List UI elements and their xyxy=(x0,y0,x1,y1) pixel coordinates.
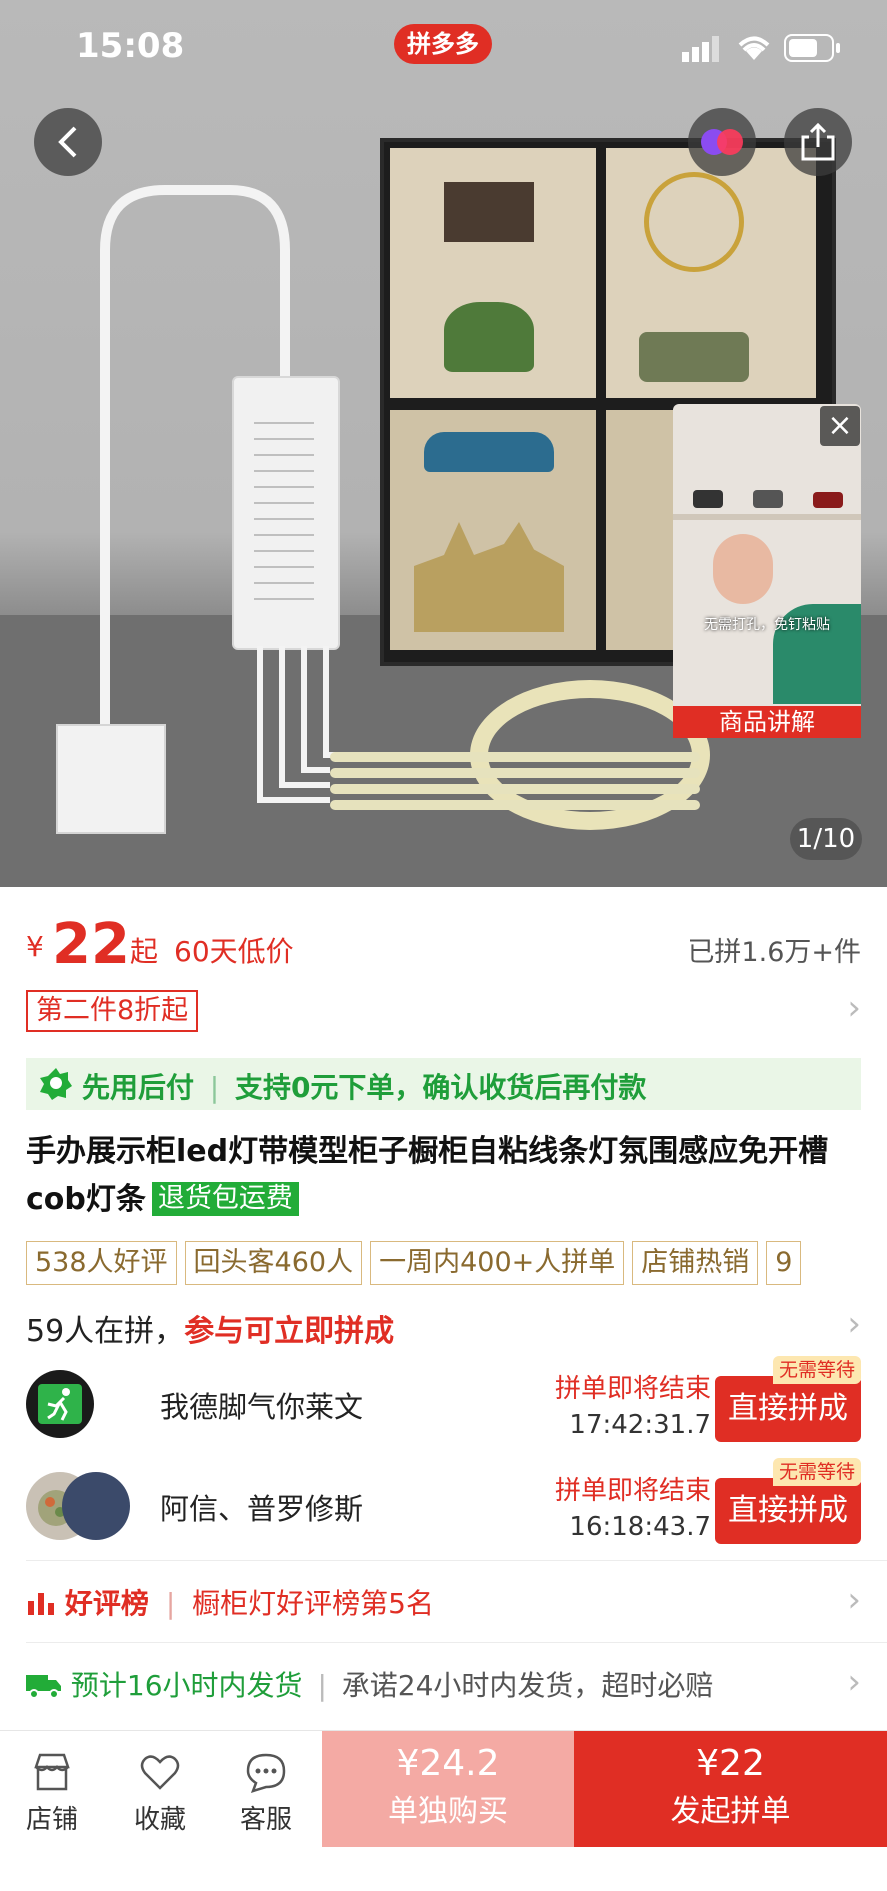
sold-count: 已拼1.6万+件 xyxy=(687,937,861,968)
app-badge: 拼多多 xyxy=(394,24,492,64)
group-countdown: 16:18:43.7 xyxy=(569,1512,711,1542)
status-time: 15:08 xyxy=(76,26,185,66)
share-button[interactable] xyxy=(784,108,852,176)
shipping-row[interactable]: 预计16小时内发货 | 承诺24小时内发货，超时必赔 xyxy=(26,1664,713,1704)
close-video-button[interactable]: × xyxy=(820,406,860,446)
shipping-label: 预计16小时内发货 xyxy=(70,1669,303,1702)
product-video-thumbnail[interactable]: 无需打孔，免钉粘贴 xyxy=(673,404,861,738)
no-wait-badge: 无需等待 xyxy=(772,1356,861,1384)
price-suffix: 起 xyxy=(130,935,159,968)
join-group-button[interactable]: 直接拼成 xyxy=(715,1376,861,1442)
video-label[interactable]: 商品讲解 xyxy=(673,706,861,738)
battery-icon xyxy=(784,34,840,62)
group-buy-label: 发起拼单 xyxy=(670,1794,791,1829)
join-group-button[interactable]: 直接拼成 xyxy=(715,1478,861,1544)
tag-more[interactable]: 9 xyxy=(766,1241,802,1285)
bottom-action-bar: 店铺 收藏 客服 ¥24.2 单独购买 ¥22 发起拼单 xyxy=(0,1730,887,1891)
group-member-name: 我德脚气你莱文 xyxy=(160,1390,364,1424)
group-status: 拼单即将结束 xyxy=(554,1476,711,1506)
avatar xyxy=(62,1472,130,1540)
avatar xyxy=(26,1370,94,1438)
customer-service-button[interactable]: 客服 xyxy=(218,1751,314,1836)
pay-later-desc: 支持0元下单，确认收货后再付款 xyxy=(234,1071,647,1104)
group-count-text: 59人在拼， xyxy=(26,1314,185,1349)
solo-price: ¥24.2 xyxy=(396,1743,500,1784)
group-row: 阿信、普罗修斯 拼单即将结束 16:18:43.7 直接拼成 无需等待 xyxy=(0,1458,887,1562)
status-bar: 15:08 拼多多 xyxy=(0,0,887,96)
price-amount: 22 xyxy=(52,912,130,977)
video-caption: 无需打孔，免钉粘贴 xyxy=(704,617,830,633)
low-price-note: 60天低价 xyxy=(174,935,294,968)
return-shipping-badge: 退货包运费 xyxy=(151,1182,299,1216)
bar-chart-icon xyxy=(28,1593,54,1615)
service-label: 客服 xyxy=(239,1805,292,1835)
tag-good-reviews[interactable]: 538人好评 xyxy=(26,1241,177,1285)
wifi-icon xyxy=(738,36,770,60)
ranking-chevron-icon[interactable]: › xyxy=(847,1580,861,1620)
heart-icon xyxy=(140,1755,180,1790)
group-cta-text: 参与可立即拼成 xyxy=(184,1314,395,1349)
image-counter: 1/10 xyxy=(790,818,862,860)
pay-later-text: 先用后付 | 支持0元下单，确认收货后再付款 xyxy=(82,1066,646,1106)
share-icon xyxy=(801,123,835,161)
no-wait-badge: 无需等待 xyxy=(772,1458,861,1486)
promo-chevron-icon[interactable]: › xyxy=(847,988,861,1028)
chevron-left-icon xyxy=(58,126,77,158)
shipping-chevron-icon[interactable]: › xyxy=(847,1662,861,1702)
divider xyxy=(26,1642,887,1643)
review-tags: 538人好评 回头客460人 一周内400+人拼单 店铺热销 9 xyxy=(26,1241,802,1285)
pay-later-label: 先用后付 xyxy=(82,1071,195,1104)
discount-badge: 第二件8折起 xyxy=(26,990,199,1032)
product-title: 手办展示柜led灯带模型柜子橱柜自粘线条灯氛围感应免开槽cob灯条 退货包运费 xyxy=(26,1128,861,1224)
friends-circle-icon xyxy=(701,129,743,155)
currency-symbol: ¥ xyxy=(26,930,44,963)
truck-icon xyxy=(26,1675,61,1699)
ranking-text: 橱柜灯好评榜第5名 xyxy=(192,1587,434,1620)
start-group-buy-button[interactable]: ¥22 发起拼单 xyxy=(574,1731,887,1847)
group-chevron-icon[interactable]: › xyxy=(847,1304,861,1344)
ranking-row[interactable]: 好评榜 | 橱柜灯好评榜第5名 xyxy=(26,1582,434,1622)
tag-repeat-customers[interactable]: 回头客460人 xyxy=(184,1241,363,1285)
product-image-gallery[interactable]: 15:08 拼多多 无需打孔，免钉粘贴 × 商品讲解 1/10 xyxy=(0,0,887,887)
shipping-text: 承诺24小时内发货，超时必赔 xyxy=(341,1669,714,1702)
shop-icon xyxy=(34,1753,70,1791)
pay-later-separator: | xyxy=(209,1071,220,1104)
buy-alone-button[interactable]: ¥24.2 单独购买 xyxy=(322,1731,574,1847)
back-button[interactable] xyxy=(34,108,102,176)
group-row: 我德脚气你莱文 拼单即将结束 17:42:31.7 直接拼成 无需等待 xyxy=(0,1356,887,1460)
product-title-text: 手办展示柜led灯带模型柜子橱柜自粘线条灯氛围感应免开槽cob灯条 xyxy=(26,1134,829,1217)
ranking-label: 好评榜 xyxy=(64,1587,149,1620)
chat-bubble-icon xyxy=(246,1753,286,1793)
tag-shop-hot[interactable]: 店铺热销 xyxy=(632,1241,759,1285)
divider xyxy=(26,1560,887,1561)
shop-label: 店铺 xyxy=(25,1805,78,1835)
shop-button[interactable]: 店铺 xyxy=(4,1751,100,1836)
group-price: ¥22 xyxy=(696,1743,765,1784)
share-friends-button[interactable] xyxy=(688,108,756,176)
favorite-label: 收藏 xyxy=(133,1805,186,1835)
group-status: 拼单即将结束 xyxy=(554,1374,711,1404)
group-buying-header[interactable]: 59人在拼，参与可立即拼成 xyxy=(26,1306,394,1350)
group-member-name: 阿信、普罗修斯 xyxy=(160,1492,364,1526)
image-wall-socket xyxy=(56,724,166,834)
pay-later-shield-icon xyxy=(40,1068,72,1100)
group-countdown: 17:42:31.7 xyxy=(569,1410,711,1440)
signal-icon xyxy=(682,36,719,62)
exit-sign-avatar-icon xyxy=(38,1384,82,1424)
solo-label: 单独购买 xyxy=(388,1794,508,1829)
favorite-button[interactable]: 收藏 xyxy=(112,1751,208,1836)
tag-weekly-orders[interactable]: 一周内400+人拼单 xyxy=(370,1241,625,1285)
